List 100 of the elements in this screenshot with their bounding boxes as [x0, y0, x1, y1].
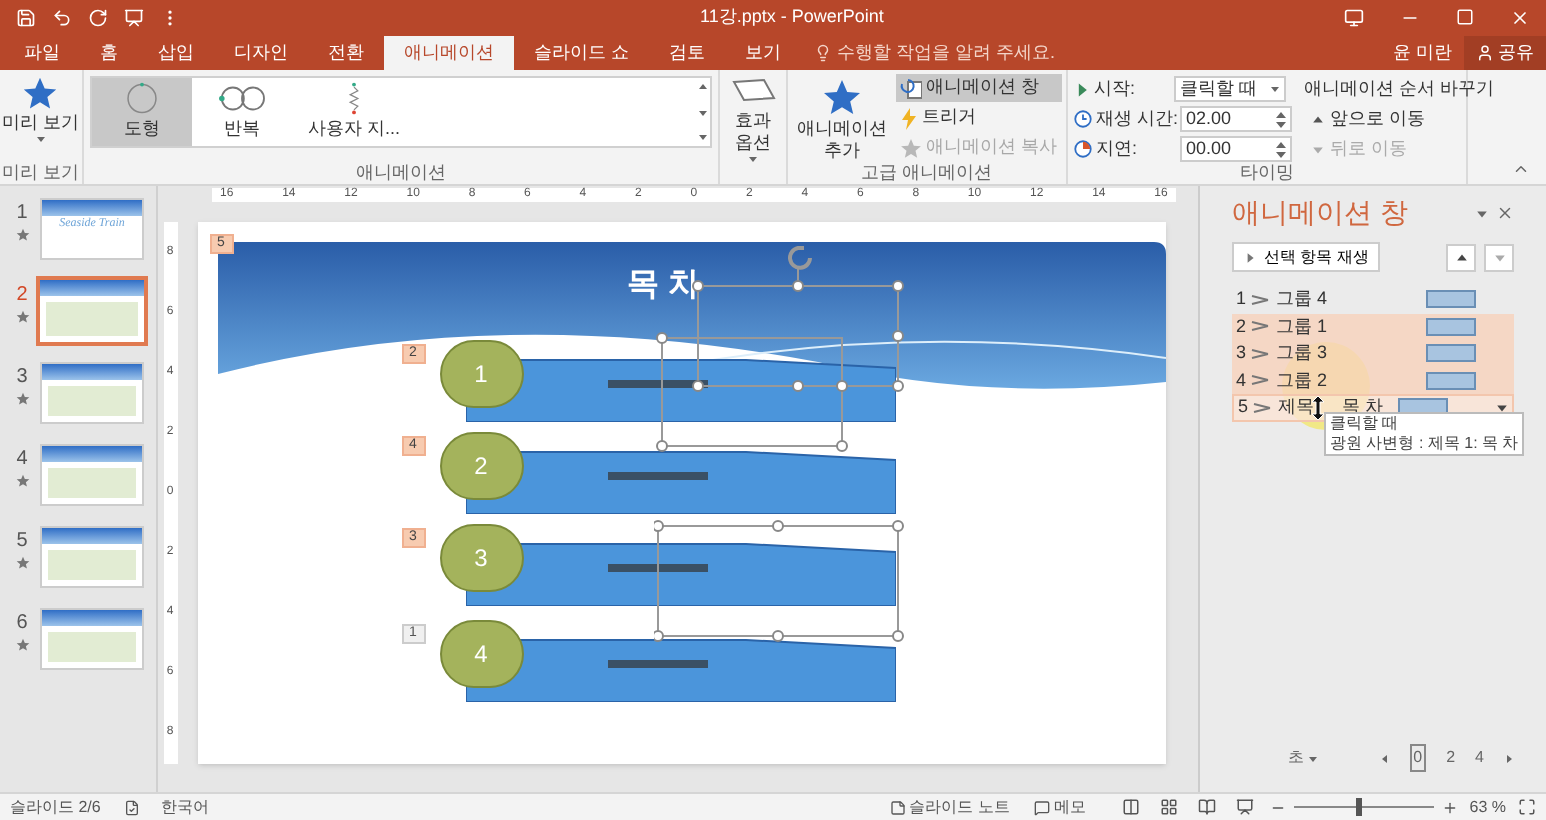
start-dropdown[interactable]: 클릭할 때: [1174, 76, 1286, 102]
ribbon-tab[interactable]: 애니메이션: [384, 36, 514, 70]
ribbon-display-icon[interactable]: [1344, 7, 1364, 27]
zoom-thumb[interactable]: [1356, 798, 1363, 816]
slide-thumbnail[interactable]: [40, 608, 144, 670]
slide-number: 6: [16, 610, 28, 638]
advanced-button[interactable]: 트리거: [896, 104, 1062, 132]
slide-counter: 슬라이드 2/6: [10, 795, 101, 819]
reorder-title: 애니메이션 순서 바꾸기: [1304, 76, 1495, 102]
move-up-button[interactable]: [1446, 243, 1476, 271]
ribbon-tab[interactable]: 홈: [80, 36, 138, 70]
gallery-item[interactable]: 도형: [92, 78, 192, 146]
ribbon-tab[interactable]: 전환: [308, 36, 384, 70]
notes-button[interactable]: 슬라이드 노트: [889, 795, 1010, 819]
scroll-left-icon[interactable]: [1379, 753, 1390, 763]
group-label: 타이밍: [1238, 162, 1296, 182]
spell-check-icon: [124, 799, 141, 815]
timing-bar: [1426, 371, 1476, 390]
caret-icon: [1308, 753, 1318, 763]
numbered-bubble: 3: [439, 524, 523, 592]
user-name: 윤 미란: [1390, 39, 1454, 66]
spinner-icon[interactable]: [1276, 139, 1286, 159]
star-icon: [15, 638, 29, 652]
scribbled-label: [607, 380, 707, 388]
more-icon[interactable]: [697, 132, 707, 142]
scroll-up-icon[interactable]: [697, 82, 707, 92]
up-arrow-icon: [1455, 251, 1467, 263]
window-title: 11강.pptx - PowerPoint: [700, 3, 884, 30]
caret-icon: [748, 154, 758, 164]
zoom-level: 63 %: [1469, 795, 1506, 819]
scroll-down-icon[interactable]: [697, 107, 707, 117]
ribbon-tab[interactable]: 슬라이드 쇼: [514, 36, 650, 70]
scroll-right-icon[interactable]: [1504, 753, 1514, 763]
down-arrow-icon: [1312, 143, 1324, 155]
scribbled-label: [607, 472, 707, 480]
duration-field[interactable]: 02.00: [1180, 106, 1292, 132]
animation-list-item[interactable]: 1 그룹 4: [1232, 286, 1514, 313]
star-icon: [15, 556, 29, 570]
ribbon-tab[interactable]: 보기: [725, 36, 802, 70]
tooltip-line: 광원 사변형 : 제목 1: 목 차: [1330, 434, 1519, 454]
collapse-ribbon-icon[interactable]: [1512, 160, 1530, 178]
clock-icon: [1074, 110, 1092, 128]
effect-options-button[interactable]: 효과 옵션: [720, 70, 788, 184]
person-icon: [1476, 44, 1494, 62]
animation-list-item[interactable]: 4 그룹 2: [1232, 367, 1514, 394]
advanced-button[interactable]: 애니메이션 창: [896, 74, 1062, 102]
gallery-item[interactable]: 반복: [192, 78, 292, 146]
pane-title: 애니메이션 창: [1232, 194, 1408, 232]
caret-icon: [35, 134, 46, 144]
group-label: 고급 애니메이션: [859, 162, 995, 182]
slide-thumbnail[interactable]: [40, 280, 144, 342]
comments-button[interactable]: 메모: [1033, 795, 1086, 819]
animation-list-item[interactable]: 3 그룹 3: [1232, 340, 1514, 367]
gallery-item[interactable]: 사용자 지...: [292, 78, 416, 146]
sorter-view-icon[interactable]: [1159, 798, 1178, 816]
animation-list-item[interactable]: 2 그룹 1: [1232, 313, 1514, 340]
restore-icon[interactable]: [1456, 8, 1474, 26]
tell-me-field[interactable]: 수행할 작업을 알려 주세요.: [801, 36, 1068, 70]
parallelogram-icon: [731, 78, 775, 102]
slide-thumbnail[interactable]: [40, 526, 144, 588]
down-arrow-icon: [1493, 251, 1505, 263]
share-button[interactable]: 공유: [1464, 36, 1546, 70]
redo-icon[interactable]: [88, 7, 108, 27]
normal-view-icon[interactable]: [1121, 798, 1140, 816]
start-label: 시작:: [1094, 75, 1138, 102]
star-icon: [15, 310, 29, 324]
lightbulb-icon: [813, 44, 832, 62]
seconds-dropdown[interactable]: 초: [1288, 746, 1318, 770]
slide-thumbnail[interactable]: [40, 444, 144, 506]
ribbon-tab[interactable]: 파일: [4, 36, 80, 70]
add-animation-button[interactable]: 애니메이션 추가: [792, 74, 892, 162]
undo-icon[interactable]: [52, 7, 72, 27]
slideshow-icon[interactable]: [124, 7, 144, 27]
fit-slide-icon[interactable]: [1518, 798, 1536, 816]
spinner-icon[interactable]: [1276, 109, 1286, 129]
ribbon-tab[interactable]: 디자인: [214, 36, 308, 70]
close-icon[interactable]: [1510, 7, 1530, 27]
reading-view-icon[interactable]: [1197, 798, 1216, 816]
zoom-in-icon[interactable]: [1441, 799, 1458, 815]
timing-bar: [1426, 290, 1476, 309]
language-label: 한국어: [160, 795, 209, 819]
ribbon-tab[interactable]: 삽입: [138, 36, 214, 70]
ribbon-tab[interactable]: 검토: [649, 36, 726, 70]
save-icon[interactable]: [16, 7, 36, 27]
pane-menu-icon[interactable]: [1476, 207, 1488, 219]
play-selected-button[interactable]: 선택 항목 재생: [1232, 242, 1381, 272]
star-icon: [22, 76, 59, 112]
slide-number: 2: [16, 282, 28, 310]
dropdown-icon[interactable]: [1496, 401, 1508, 414]
move-earlier-button[interactable]: 앞으로 이동: [1304, 106, 1495, 132]
slide-number: 1: [16, 200, 28, 228]
slide-thumbnail[interactable]: [40, 362, 144, 424]
scribbled-label: [607, 564, 707, 572]
timing-bar: [1426, 317, 1476, 336]
delay-field[interactable]: 00.00: [1180, 136, 1292, 162]
preview-button[interactable]: 미리 보기: [2, 70, 80, 144]
close-icon[interactable]: [1496, 204, 1514, 222]
slide-number: 4: [16, 446, 28, 474]
star-icon: [15, 392, 29, 406]
slideshow-view-icon[interactable]: [1235, 798, 1254, 816]
